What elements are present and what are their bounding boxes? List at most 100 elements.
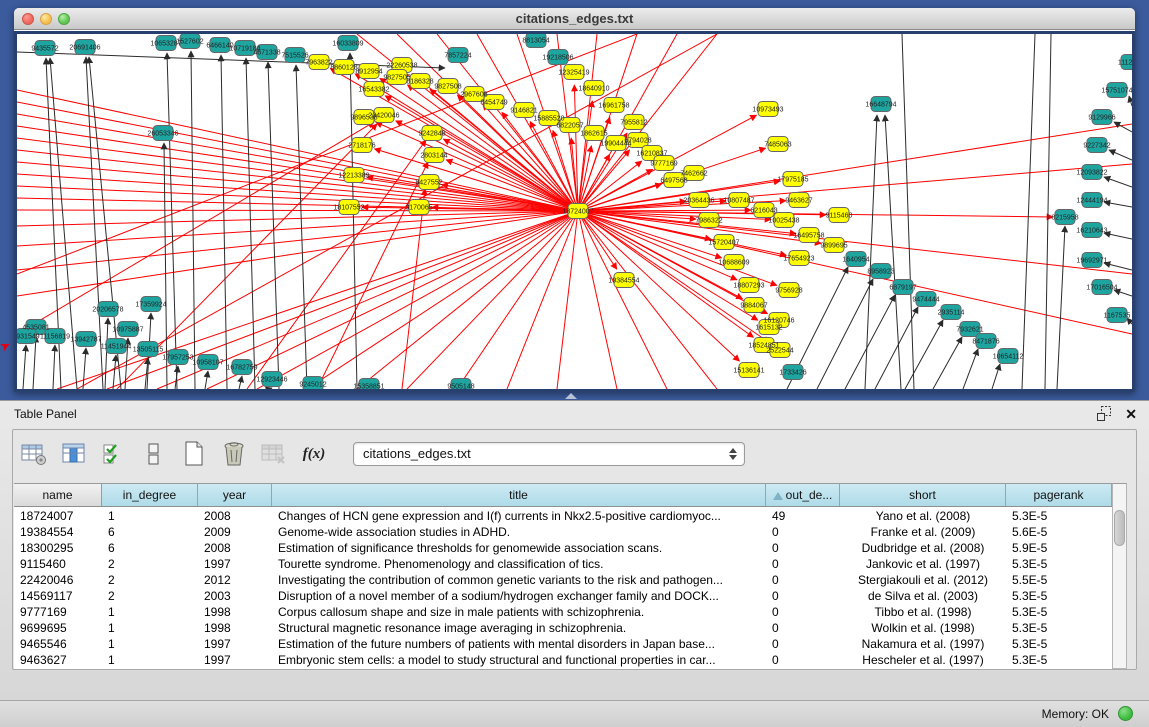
graph-node-label: 17957253 xyxy=(162,354,193,361)
graph-node-label: 17016504 xyxy=(1086,284,1117,291)
table-mode-icon[interactable] xyxy=(19,439,49,469)
graph-node-label: 1862615 xyxy=(580,130,607,137)
window-title: citations_edges.txt xyxy=(14,11,1135,26)
table-row[interactable]: 946362711997Embryonic stem cells: a mode… xyxy=(14,652,1112,668)
graph-node-label: 1112433 xyxy=(1118,59,1132,66)
show-columns-icon[interactable] xyxy=(59,439,89,469)
table-row[interactable]: 1938455462009Genome-wide association stu… xyxy=(14,524,1112,540)
graph-node-label: 1640954 xyxy=(842,256,869,263)
network-canvas[interactable]: 1872400779638228860128891295422260538982… xyxy=(14,31,1135,392)
table-cell: 5.3E-5 xyxy=(1006,588,1112,604)
delete-column-icon[interactable] xyxy=(219,439,249,469)
citation-network-graph[interactable]: 1872400779638228860128891295422260538982… xyxy=(17,34,1132,389)
close-panel-icon[interactable]: ✕ xyxy=(1125,407,1137,421)
memory-status-label: Memory: OK xyxy=(1042,707,1109,721)
graph-node-label: 15358851 xyxy=(353,383,384,389)
table-row[interactable]: 977716911998Corpus callosum shape and si… xyxy=(14,604,1112,620)
graph-node-label: 9435572 xyxy=(31,45,58,52)
graph-node-label: 7955812 xyxy=(620,119,647,126)
table-cell: Franke et al. (2009) xyxy=(840,524,1006,540)
table-row[interactable]: 1872400712008Changes of HCN gene express… xyxy=(14,508,1112,524)
graph-node-label: 12444194 xyxy=(1076,197,1107,204)
table-cell: Changes of HCN gene expression and I(f) … xyxy=(272,508,766,524)
table-row[interactable]: 911546021997Tourette syndrome. Phenomeno… xyxy=(14,556,1112,572)
table-body: 1872400712008Changes of HCN gene express… xyxy=(14,508,1112,669)
table-cell: 2008 xyxy=(198,508,272,524)
table-cell: Yano et al. (2008) xyxy=(840,508,1006,524)
network-window-titlebar[interactable]: citations_edges.txt xyxy=(14,8,1135,30)
table-cell: Tibbo et al. (1998) xyxy=(840,604,1006,620)
graph-node-label: 9827508 xyxy=(434,83,461,90)
graph-node-label: 16210837 xyxy=(636,150,667,157)
table-cell: Nakamura et al. (1997) xyxy=(840,636,1006,652)
table-cell: 1 xyxy=(102,508,198,524)
table-cell: 0 xyxy=(766,636,840,652)
table-cell: 5.5E-5 xyxy=(1006,572,1112,588)
clipped-red-edge-arrow: ➤ xyxy=(0,336,14,355)
column-header-name[interactable]: name xyxy=(14,484,102,506)
table-row[interactable]: 946554611997Estimation of the future num… xyxy=(14,636,1112,652)
table-cell: 1998 xyxy=(198,604,272,620)
table-cell: 1 xyxy=(102,620,198,636)
node-table[interactable]: namein_degreeyeartitleout_de...shortpage… xyxy=(14,483,1112,669)
graph-node-label: 3170065 xyxy=(405,204,432,211)
network-window[interactable]: citations_edges.txt 18724007796382288601… xyxy=(14,8,1135,392)
memory-ok-indicator xyxy=(1118,706,1133,721)
table-panel-body: f(x) citations_edges.txt namein_degreeye… xyxy=(12,429,1137,670)
row-check-icon[interactable] xyxy=(99,439,129,469)
graph-node-label: 8912954 xyxy=(355,68,382,75)
table-cell: 1997 xyxy=(198,636,272,652)
graph-node-label: 9884067 xyxy=(740,302,767,309)
float-panel-icon[interactable] xyxy=(1097,406,1113,421)
table-cell: 2003 xyxy=(198,588,272,604)
table-row[interactable]: 2242004622012Investigating the contribut… xyxy=(14,572,1112,588)
split-pane-handle[interactable] xyxy=(565,393,577,399)
table-cell: Embryonic stem cells: a model to study s… xyxy=(272,652,766,668)
table-cell: 6 xyxy=(102,524,198,540)
new-column-icon[interactable] xyxy=(179,439,209,469)
table-cell: 0 xyxy=(766,604,840,620)
graph-node-label: 16961758 xyxy=(598,102,629,109)
graph-node-label: 1615132 xyxy=(755,324,782,331)
graph-node-label: 2935114 xyxy=(938,309,965,316)
table-cell: de Silva et al. (2003) xyxy=(840,588,1006,604)
graph-node-label: 6497568 xyxy=(660,177,687,184)
graph-node-label: 1527602 xyxy=(176,38,203,45)
graph-node-label: 16210643 xyxy=(1076,227,1107,234)
rows-icon[interactable] xyxy=(139,439,169,469)
table-cell: 49 xyxy=(766,508,840,524)
graph-node-label: 7462662 xyxy=(680,170,707,177)
table-cell: 0 xyxy=(766,572,840,588)
column-header-short[interactable]: short xyxy=(840,484,1006,506)
table-row[interactable]: 969969511998Structural magnetic resonanc… xyxy=(14,620,1112,636)
table-cell: 1997 xyxy=(198,652,272,668)
table-header-row: namein_degreeyeartitleout_de...shortpage… xyxy=(14,484,1112,507)
function-builder-icon[interactable]: f(x) xyxy=(299,439,329,469)
table-cell: Stergiakouli et al. (2012) xyxy=(840,572,1006,588)
table-select-value: citations_edges.txt xyxy=(363,446,471,461)
table-toolbar: f(x) citations_edges.txt xyxy=(19,434,745,474)
table-cell: 5.9E-5 xyxy=(1006,540,1112,556)
graph-node-label: 4671338 xyxy=(253,49,280,56)
graph-node-label: 9146821 xyxy=(510,107,537,114)
scrollbar-thumb[interactable] xyxy=(1114,510,1125,546)
column-header-title[interactable]: title xyxy=(272,484,766,506)
table-vertical-scrollbar[interactable] xyxy=(1112,483,1127,669)
graph-node-label: 9899695 xyxy=(820,242,847,249)
column-header-out_de[interactable]: out_de... xyxy=(766,484,840,506)
graph-node-label: 13942787 xyxy=(70,336,101,343)
table-row[interactable]: 1830029562008Estimation of significance … xyxy=(14,540,1112,556)
graph-node-label: 16782759 xyxy=(226,364,257,371)
table-cell: 2 xyxy=(102,572,198,588)
graph-node-label: 20364436 xyxy=(683,197,714,204)
graph-node-label: 16648794 xyxy=(865,101,896,108)
table-select-dropdown[interactable]: citations_edges.txt xyxy=(353,442,745,466)
table-cell: Wolkin et al. (1998) xyxy=(840,620,1006,636)
column-header-year[interactable]: year xyxy=(198,484,272,506)
column-header-pagerank[interactable]: pagerank xyxy=(1006,484,1112,506)
table-row[interactable]: 1456911722003Disruption of a novel membe… xyxy=(14,588,1112,604)
graph-node-label: 8215958 xyxy=(1051,214,1078,221)
graph-node-label: 8860128 xyxy=(330,64,357,71)
column-header-in_degree[interactable]: in_degree xyxy=(102,484,198,506)
graph-node-label: 15751074 xyxy=(1101,87,1132,94)
